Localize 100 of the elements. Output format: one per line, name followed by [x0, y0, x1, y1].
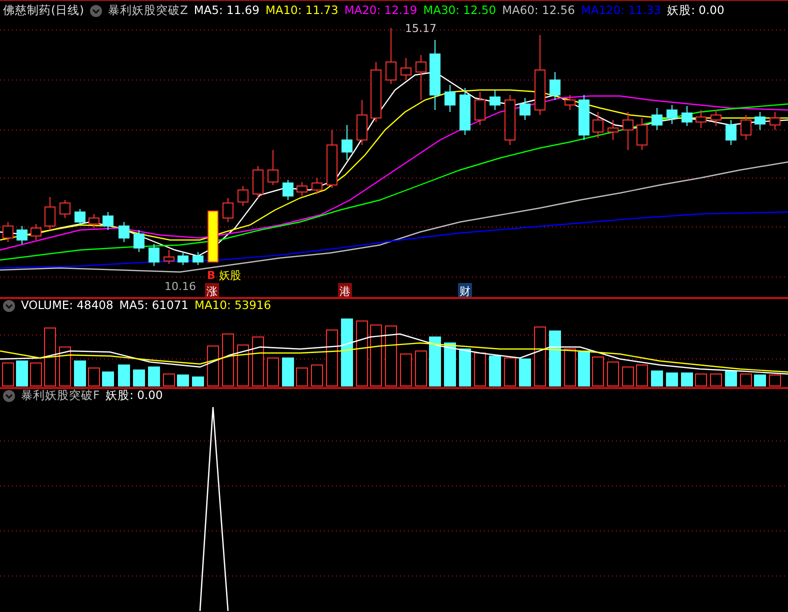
volume-bar	[163, 374, 175, 386]
candlestick	[386, 28, 396, 84]
legend-value: MA60: 12.56	[502, 5, 575, 17]
legend-value: MA20: 12.19	[344, 5, 418, 17]
legend-value: VOLUME: 48408	[21, 300, 114, 312]
candlestick	[178, 252, 188, 266]
volume-bar	[102, 372, 114, 386]
volume-bar	[370, 324, 382, 386]
volume-bar	[754, 374, 766, 386]
volume-bar	[429, 336, 441, 386]
volume-bar	[725, 370, 737, 386]
volume-bar	[311, 364, 323, 386]
event-marker[interactable]: 财	[458, 283, 472, 297]
candlestick	[666, 104, 678, 124]
volume-bar	[519, 358, 531, 386]
volume-bar	[252, 336, 264, 386]
volume-bar	[592, 356, 604, 386]
legend-value: MA10: 53916	[194, 300, 272, 312]
signal-text: 妖股	[219, 269, 241, 282]
candlestick	[520, 98, 530, 120]
volume-bar	[564, 348, 576, 386]
volume-bar	[222, 334, 234, 386]
candlestick	[682, 106, 692, 126]
volume-bar	[118, 364, 130, 386]
volume-bar	[444, 342, 456, 386]
volume-bar	[549, 330, 561, 386]
legend-value: MA10: 11.73	[265, 5, 338, 17]
indicator-name: 暴利妖股突破Z	[108, 5, 188, 17]
low-price-label: 10.16	[164, 280, 196, 293]
volume-bar	[666, 372, 678, 386]
collapse-icon[interactable]	[3, 300, 15, 312]
volume-bar	[622, 366, 634, 386]
volume-bar	[192, 376, 204, 386]
candlestick	[564, 94, 576, 110]
volume-bar	[385, 326, 397, 386]
collapse-icon[interactable]	[3, 390, 15, 402]
volume-bar	[341, 318, 353, 386]
candlestick	[430, 40, 440, 110]
volume-bar	[636, 364, 648, 386]
candlestick	[134, 230, 144, 252]
legend-value: MA30: 12.50	[423, 5, 496, 17]
volume-bar	[296, 368, 308, 386]
candlestick	[268, 150, 278, 186]
candlestick	[460, 88, 470, 136]
volume-bar	[474, 352, 486, 386]
candlestick	[400, 58, 412, 80]
volume-bar	[88, 368, 100, 386]
candlestick	[60, 200, 70, 218]
candlestick	[726, 120, 736, 146]
candlestick	[356, 100, 368, 146]
volume-bar	[356, 320, 368, 386]
volume-bar	[177, 374, 189, 386]
volume-bar	[681, 372, 693, 386]
volume-bar	[207, 346, 219, 386]
candlestick	[118, 222, 130, 242]
volume-bar	[74, 360, 86, 386]
candlestick	[696, 110, 706, 128]
candlestick	[770, 112, 780, 130]
volume-bar	[16, 360, 28, 386]
candlestick	[608, 120, 618, 140]
legend-value: MA5: 61071	[119, 300, 189, 312]
volume-bar	[237, 344, 249, 386]
volume-bar	[30, 362, 42, 386]
candlestick	[652, 108, 662, 130]
candlestick	[474, 92, 486, 126]
volume-bar	[769, 374, 781, 386]
candlestick	[208, 210, 218, 262]
candlestick	[578, 94, 590, 140]
candlestick	[282, 180, 294, 200]
candlestick	[16, 226, 28, 244]
volume-bar	[710, 374, 722, 386]
event-marker[interactable]: 港	[338, 283, 352, 297]
volume-bar	[534, 326, 546, 386]
candlestick	[504, 94, 516, 146]
candlestick	[636, 118, 648, 150]
volume-bar	[489, 356, 501, 386]
candlestick	[490, 90, 500, 110]
candlestick	[592, 112, 604, 138]
candlestick	[416, 54, 426, 100]
volume-bar	[44, 328, 56, 386]
candlestick	[296, 182, 308, 196]
candlestick	[326, 130, 338, 188]
volume-bar	[282, 358, 294, 386]
candlestick	[444, 84, 456, 112]
volume-bar	[607, 362, 619, 386]
candlestick	[102, 212, 114, 230]
event-marker[interactable]: 涨	[205, 283, 219, 297]
candlestick	[252, 166, 264, 198]
buy-signal-label: B	[207, 269, 216, 282]
candlestick	[238, 186, 248, 206]
legend-value: 妖股: 0.00	[667, 5, 724, 17]
candlestick	[2, 222, 14, 242]
candlestick	[74, 208, 86, 226]
candlestick	[30, 224, 42, 240]
candlestick	[710, 110, 722, 126]
high-price-label: 15.17	[405, 22, 436, 35]
volume-bar	[740, 374, 752, 386]
collapse-icon[interactable]	[90, 5, 102, 17]
volume-bar	[459, 348, 471, 386]
volume-bar	[504, 358, 516, 386]
